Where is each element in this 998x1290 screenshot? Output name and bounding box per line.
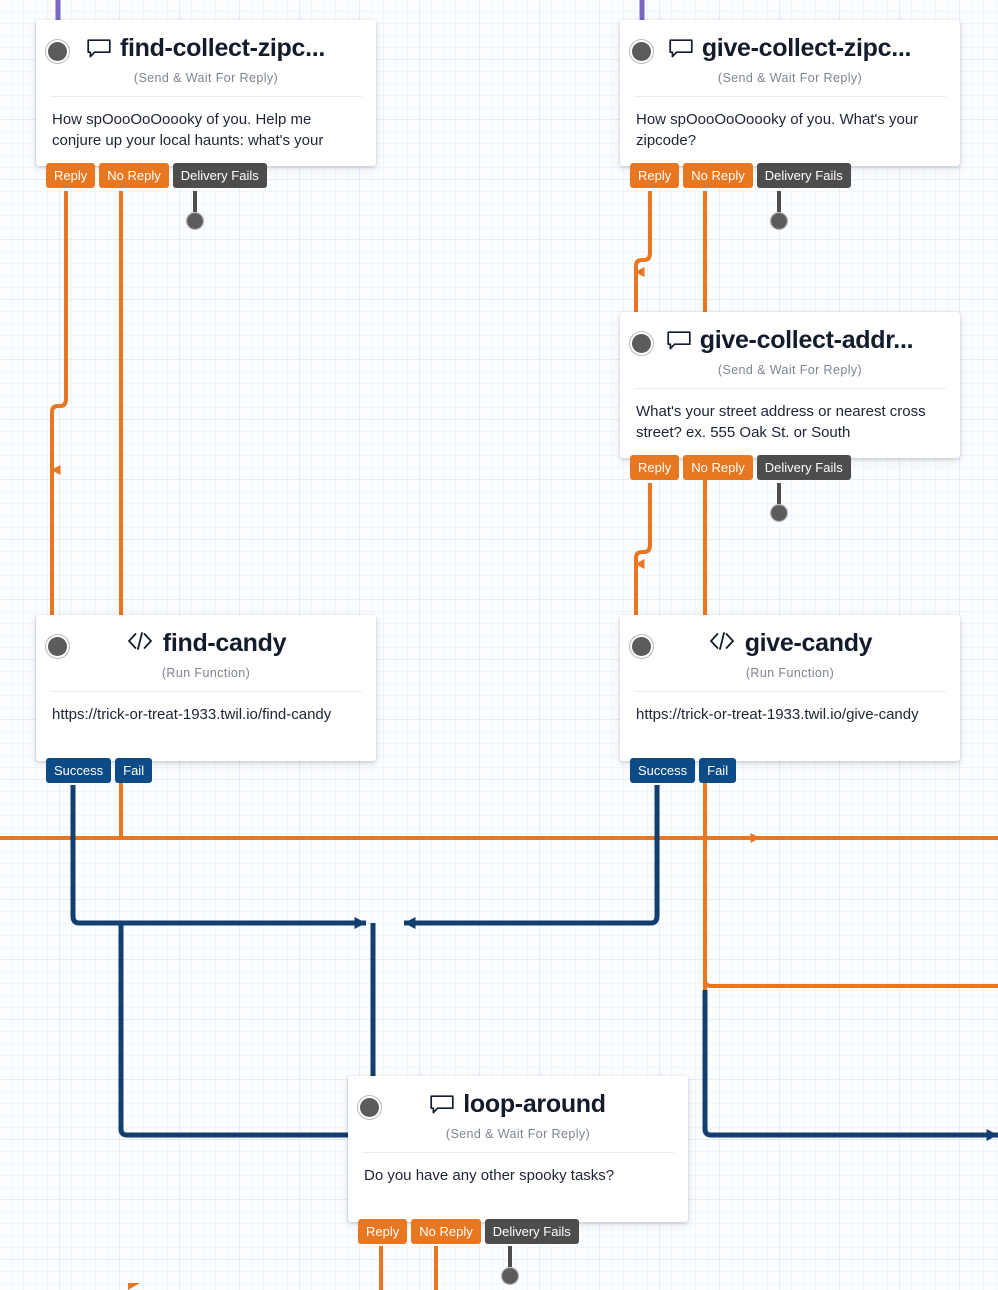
code-icon: [126, 631, 154, 657]
port-no-reply[interactable]: No Reply: [411, 1219, 481, 1244]
wire-find-collect-zipcode-deliveryfails: [185, 191, 205, 231]
flow-node-give-candy[interactable]: give-candy (Run Function) https://trick-…: [620, 615, 960, 783]
flow-node-loop-around[interactable]: loop-around (Send & Wait For Reply) Do y…: [348, 1076, 688, 1244]
flow-node-give-collect-address[interactable]: give-collect-addr... (Send & Wait For Re…: [620, 312, 960, 480]
chat-icon: [669, 38, 693, 59]
node-header: loop-around: [348, 1076, 688, 1119]
wire-give-collect-zipcode-deliveryfails-stub: [769, 191, 789, 231]
node-output-ports: Success Fail: [46, 758, 156, 783]
port-no-reply[interactable]: No Reply: [99, 163, 169, 188]
node-output-ports: Reply No Reply Delivery Fails: [630, 163, 855, 188]
wire-offscreen-arrow-tip: [128, 1283, 140, 1290]
node-type-label: (Send & Wait For Reply): [445, 1127, 591, 1141]
port-fail[interactable]: Fail: [115, 758, 153, 783]
node-title: loop-around: [463, 1090, 606, 1118]
node-header: find-collect-zipc...: [36, 20, 376, 63]
node-output-ports: Success Fail: [630, 758, 740, 783]
wire-give-collect-address-deliveryfails: [769, 483, 789, 523]
node-title: give-collect-addr...: [699, 326, 914, 354]
port-success[interactable]: Success: [46, 758, 112, 783]
port-delivery-fails[interactable]: Delivery Fails: [756, 455, 851, 480]
node-message-preview: How spOooOoOoooky of you. Help me conjur…: [52, 111, 324, 149]
port-no-reply[interactable]: No Reply: [683, 163, 753, 188]
wire-blue-loopback-left: [118, 923, 348, 1138]
port-fail[interactable]: Fail: [699, 758, 737, 783]
node-type-label: (Run Function): [161, 666, 251, 680]
chat-icon: [430, 1094, 454, 1115]
node-output-ports: Reply No Reply Delivery Fails: [630, 455, 855, 480]
node-title: give-candy: [744, 629, 873, 657]
wire-orange-rail-lower: [703, 838, 998, 988]
wire-find-collect-zipcode-reply: [50, 191, 68, 628]
node-type-label: (Send & Wait For Reply): [133, 71, 279, 85]
code-icon: [708, 631, 736, 657]
wire-loop-around-deliveryfails: [500, 1246, 520, 1286]
flow-node-find-candy[interactable]: find-candy (Run Function) https://trick-…: [36, 615, 376, 783]
node-header: find-candy: [36, 615, 376, 658]
wire-find-candy-success: [70, 785, 366, 929]
chat-icon: [667, 330, 691, 351]
port-success[interactable]: Success: [630, 758, 696, 783]
wire-give-candy-success: [404, 785, 660, 929]
node-type-label: (Send & Wait For Reply): [717, 363, 863, 377]
port-delivery-fails[interactable]: Delivery Fails: [172, 163, 267, 188]
port-reply[interactable]: Reply: [358, 1219, 408, 1244]
node-header: give-collect-zipc...: [620, 20, 960, 63]
node-title: give-collect-zipc...: [701, 34, 912, 62]
flow-node-give-collect-zipcode[interactable]: give-collect-zipc... (Send & Wait For Re…: [620, 20, 960, 188]
node-function-url: https://trick-or-treat-1933.twil.io/find…: [52, 706, 332, 723]
node-message-preview: What's your street address or nearest cr…: [636, 403, 926, 441]
node-output-ports: Reply No Reply Delivery Fails: [358, 1219, 583, 1244]
flow-node-find-collect-zipcode[interactable]: find-collect-zipc... (Send & Wait For Re…: [36, 20, 376, 188]
node-type-label: (Send & Wait For Reply): [717, 71, 863, 85]
port-reply[interactable]: Reply: [630, 163, 680, 188]
node-type-label: (Run Function): [745, 666, 835, 680]
wire-blue-loopback-right: [702, 990, 998, 1141]
port-delivery-fails[interactable]: Delivery Fails: [484, 1219, 579, 1244]
node-output-ports: Reply No Reply Delivery Fails: [46, 163, 271, 188]
port-reply[interactable]: Reply: [46, 163, 96, 188]
wire-give-collect-zipcode-reply: [634, 191, 652, 320]
node-header: give-collect-addr...: [620, 312, 960, 355]
wire-give-collect-address-reply: [634, 483, 652, 628]
port-delivery-fails[interactable]: Delivery Fails: [756, 163, 851, 188]
node-message-preview: How spOooOoOoooky of you. What's your zi…: [636, 111, 919, 149]
node-function-url: https://trick-or-treat-1933.twil.io/give…: [636, 706, 919, 723]
chat-icon: [87, 38, 111, 59]
node-title: find-candy: [162, 629, 287, 657]
flow-canvas[interactable]: find-collect-zipc... (Send & Wait For Re…: [0, 0, 998, 1290]
node-message-preview: Do you have any other spooky tasks?: [364, 1167, 615, 1184]
node-header: give-candy: [620, 615, 960, 658]
port-no-reply[interactable]: No Reply: [683, 455, 753, 480]
node-title: find-collect-zipc...: [119, 34, 326, 62]
port-reply[interactable]: Reply: [630, 455, 680, 480]
